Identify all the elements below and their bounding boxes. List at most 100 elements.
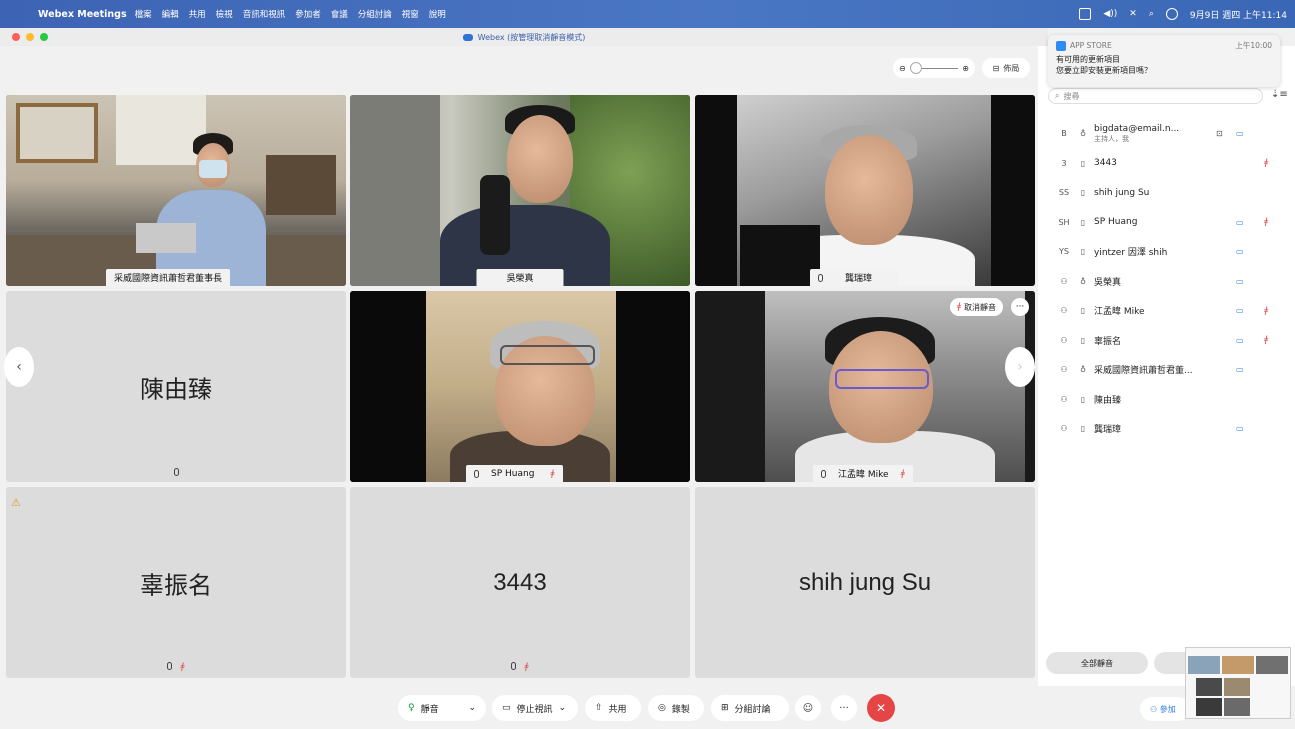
menu-item-participants[interactable]: 參加者 <box>295 8 321 20</box>
sort-icon[interactable]: ⇣≡ <box>1271 89 1288 100</box>
menu-app-name[interactable]: Webex Meetings <box>38 9 127 20</box>
video-tile[interactable]: 采威國際資訊蕭哲君董事長 <box>6 95 346 286</box>
menu-item-share[interactable]: 共用 <box>189 8 206 20</box>
maximize-window-button[interactable] <box>40 33 48 41</box>
zoom-slider[interactable] <box>909 61 959 74</box>
menu-item-breakout[interactable]: 分組討論 <box>358 8 392 20</box>
person-icon: ⚇ <box>1060 365 1068 375</box>
participant-role: 主持人，我 <box>1094 134 1129 143</box>
spotlight-icon[interactable]: ⌕ <box>1149 9 1154 19</box>
participant-search[interactable]: ⌕ 搜尋 <box>1048 88 1263 104</box>
participant-list: B ♁ bigdata@email.n... 主持人，我 ⊡ ▭ 3 ▯ 344… <box>1056 119 1286 444</box>
zoom-out-icon[interactable]: ⊖ <box>899 64 906 73</box>
video-tile[interactable]: 吳榮真 <box>350 95 690 286</box>
record-icon: ◎ <box>658 703 666 713</box>
menu-item-file[interactable]: 檔案 <box>135 8 152 20</box>
participant-name: shih jung Su <box>798 568 932 596</box>
reactions-button[interactable]: ☺ <box>795 695 821 721</box>
chevron-left-icon: ‹ <box>16 359 22 375</box>
participant-name: SP Huang <box>1094 217 1138 228</box>
avatar-tile[interactable]: 陳由臻 <box>6 291 346 482</box>
zoom-in-icon[interactable]: ⊕ <box>962 64 969 73</box>
layout-button[interactable]: ⊟ 佈局 <box>982 58 1030 78</box>
breakout-label: 分組討論 <box>734 704 771 715</box>
menu-item-window[interactable]: 視窗 <box>402 8 419 20</box>
participant-name: 龔瑞璋 <box>1094 425 1122 436</box>
participant-row[interactable]: B ♁ bigdata@email.n... 主持人，我 ⊡ ▭ <box>1056 119 1286 149</box>
menu-clock[interactable]: 9月9日 週四 上午11:14 <box>1190 8 1287 21</box>
next-page-button[interactable]: › <box>1005 347 1035 387</box>
participant-row[interactable]: SS ▯ shih jung Su <box>1056 178 1286 208</box>
webex-logo-icon <box>462 33 473 41</box>
participant-row[interactable]: YS ▯ yintzer 因澤 shih ▭ <box>1056 237 1286 267</box>
video-feed <box>695 95 1035 286</box>
wifi-icon[interactable]: ✕ <box>1129 9 1137 19</box>
app-store-notification[interactable]: APP STORE 上午10:00 有可用的更新項目 您要立即安裝更新項目嗎？ <box>1048 35 1280 87</box>
camera-icon: ▭ <box>1236 335 1244 345</box>
menu-item-audio-video[interactable]: 音訊和視訊 <box>243 8 286 20</box>
participant-row[interactable]: 3 ▯ 3443 ǂ <box>1056 149 1286 179</box>
layout-icon: ⊟ <box>992 63 1000 73</box>
video-tile[interactable]: 龔瑞璋 <box>695 95 1035 286</box>
camera-icon: ▭ <box>1236 129 1244 139</box>
muted-icon: ǂ <box>900 468 905 479</box>
participant-nameplate: SP Huang ǂ <box>466 465 563 482</box>
menu-item-help[interactable]: 說明 <box>429 8 446 20</box>
more-options-button[interactable]: ··· <box>831 695 857 721</box>
close-window-button[interactable] <box>12 33 20 41</box>
menu-item-edit[interactable]: 編輯 <box>162 8 179 20</box>
microphone-icon <box>474 469 479 478</box>
window-controls <box>12 33 48 41</box>
mute-all-button[interactable]: 全部靜音 <box>1046 652 1148 674</box>
record-label: 錄製 <box>671 704 690 715</box>
more-options-button[interactable]: ··· <box>1011 298 1029 316</box>
phone-icon: ▯ <box>1080 158 1086 168</box>
avatar-tile[interactable]: shih jung Su <box>695 487 1035 678</box>
participant-name: yintzer 因澤 shih <box>1094 248 1168 259</box>
phone-icon: ▯ <box>1080 306 1086 316</box>
volume-icon[interactable]: ◀)) <box>1103 9 1117 19</box>
stop-video-button[interactable]: ▭ 停止視訊 ⌄ <box>492 695 578 721</box>
self-view-thumbnail[interactable] <box>1185 647 1291 719</box>
avatar-tile[interactable]: 3443 ǂ <box>350 487 690 678</box>
microphone-icon <box>511 662 517 670</box>
minimize-window-button[interactable] <box>26 33 34 41</box>
person-icon: ⚇ <box>1060 424 1068 434</box>
participant-row[interactable]: ⚇ ♁ 吳榮真 ▭ <box>1056 267 1286 297</box>
more-icon: ··· <box>839 702 849 714</box>
participant-row[interactable]: ⚇ ♁ 采威國際資訊蕭哲君董... ▭ <box>1056 355 1286 385</box>
record-button[interactable]: ◎ 錄製 <box>648 695 704 721</box>
participant-name: 江孟暐 Mike <box>1094 307 1145 318</box>
previous-page-button[interactable]: ‹ <box>4 347 34 387</box>
chevron-down-icon[interactable]: ⌄ <box>468 703 476 713</box>
chevron-down-icon[interactable]: ⌄ <box>559 703 567 713</box>
phone-icon: ▯ <box>1080 394 1086 404</box>
mute-button[interactable]: ♀ 靜音 ⌄ <box>398 695 486 721</box>
participant-row[interactable]: ⚇ ▯ 江孟暐 Mike ▭ ǂ <box>1056 296 1286 326</box>
participant-row[interactable]: ⚇ ▯ 陳由臻 <box>1056 385 1286 415</box>
menu-item-meeting[interactable]: 會議 <box>331 8 348 20</box>
end-call-button[interactable]: ✕ <box>867 694 895 722</box>
window-title-bar: Webex (按管理取消靜音模式) <box>0 28 1048 46</box>
unmute-button[interactable]: ǂ 取消靜音 <box>949 298 1003 316</box>
zoom-slider-knob[interactable] <box>909 61 922 74</box>
control-center-icon[interactable] <box>1165 8 1178 20</box>
participant-name: SP Huang <box>491 468 535 479</box>
chevron-right-icon: › <box>1017 359 1023 375</box>
input-method-icon[interactable] <box>1079 8 1092 20</box>
participant-row[interactable]: ⚇ ▯ 辜振名 ▭ ǂ <box>1056 326 1286 356</box>
participants-button[interactable]: ⚇ 參加 <box>1140 697 1190 721</box>
avatar-tile[interactable]: 辜振名 ǂ <box>6 487 346 678</box>
zoom-control[interactable]: ⊖ ⊕ <box>893 58 975 78</box>
notification-time: 上午10:00 <box>1235 41 1272 50</box>
participant-name: 3443 <box>493 568 547 596</box>
participant-row[interactable]: SH ▯ SP Huang ▭ ǂ <box>1056 208 1286 238</box>
participant-avatar: SH <box>1058 217 1070 227</box>
video-tile[interactable]: SP Huang ǂ <box>350 291 690 482</box>
share-button[interactable]: ⇧ 共用 <box>585 695 641 721</box>
menu-item-view[interactable]: 檢視 <box>216 8 233 20</box>
participant-row[interactable]: ⚇ ▯ 龔瑞璋 ▭ <box>1056 414 1286 444</box>
participant-avatar: B <box>1061 129 1067 139</box>
video-tile[interactable]: ǂ 取消靜音 ··· 江孟暐 Mike ǂ <box>695 291 1035 482</box>
breakout-button[interactable]: ⊞ 分組討論 <box>711 695 789 721</box>
